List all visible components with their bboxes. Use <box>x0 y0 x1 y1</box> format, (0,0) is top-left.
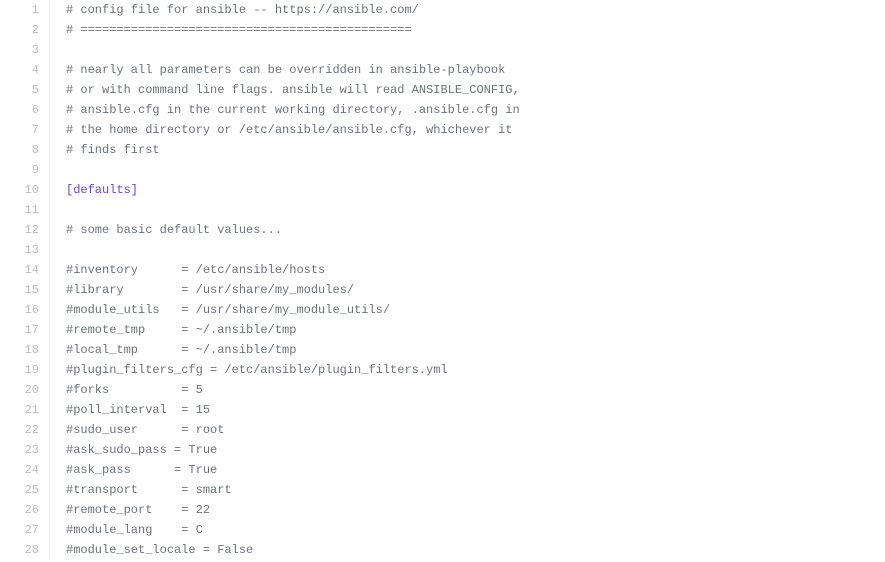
line-number: 8 <box>0 140 39 160</box>
line-number: 23 <box>0 440 39 460</box>
code-line: #module_lang = C <box>66 520 885 540</box>
code-line: #remote_tmp = ~/.ansible/tmp <box>66 320 885 340</box>
code-line: #transport = smart <box>66 480 885 500</box>
line-number: 11 <box>0 200 39 220</box>
code-line: #sudo_user = root <box>66 420 885 440</box>
line-number: 9 <box>0 160 39 180</box>
code-line: #ask_pass = True <box>66 460 885 480</box>
code-line <box>66 240 885 260</box>
line-number: 10 <box>0 180 39 200</box>
line-number: 28 <box>0 540 39 560</box>
code-line: #ask_sudo_pass = True <box>66 440 885 460</box>
code-line: #library = /usr/share/my_modules/ <box>66 280 885 300</box>
line-number: 19 <box>0 360 39 380</box>
code-line: # some basic default values... <box>66 220 885 240</box>
line-number: 14 <box>0 260 39 280</box>
line-number: 6 <box>0 100 39 120</box>
line-number: 13 <box>0 240 39 260</box>
code-line: #poll_interval = 15 <box>66 400 885 420</box>
line-number: 22 <box>0 420 39 440</box>
line-number: 12 <box>0 220 39 240</box>
code-line: # nearly all parameters can be overridde… <box>66 60 885 80</box>
code-line: # ansible.cfg in the current working dir… <box>66 100 885 120</box>
code-line: #plugin_filters_cfg = /etc/ansible/plugi… <box>66 360 885 380</box>
code-line: #remote_port = 22 <box>66 500 885 520</box>
line-number: 2 <box>0 20 39 40</box>
line-number: 21 <box>0 400 39 420</box>
code-line: # finds first <box>66 140 885 160</box>
code-line: #module_set_locale = False <box>66 540 885 560</box>
code-viewer: 1234567891011121314151617181920212223242… <box>0 0 885 560</box>
line-number: 18 <box>0 340 39 360</box>
line-number: 20 <box>0 380 39 400</box>
code-line <box>66 160 885 180</box>
line-number: 3 <box>0 40 39 60</box>
line-number: 26 <box>0 500 39 520</box>
code-content[interactable]: # config file for ansible -- https://ans… <box>50 0 885 560</box>
line-number: 27 <box>0 520 39 540</box>
code-line: # or with command line flags. ansible wi… <box>66 80 885 100</box>
code-line: # ======================================… <box>66 20 885 40</box>
line-number: 5 <box>0 80 39 100</box>
line-number: 17 <box>0 320 39 340</box>
line-number-gutter: 1234567891011121314151617181920212223242… <box>0 0 50 560</box>
line-number: 4 <box>0 60 39 80</box>
code-line: #forks = 5 <box>66 380 885 400</box>
code-line: #module_utils = /usr/share/my_module_uti… <box>66 300 885 320</box>
ini-section-header: [defaults] <box>66 183 138 197</box>
code-line: #local_tmp = ~/.ansible/tmp <box>66 340 885 360</box>
line-number: 25 <box>0 480 39 500</box>
code-line <box>66 200 885 220</box>
code-line: [defaults] <box>66 180 885 200</box>
code-line <box>66 40 885 60</box>
code-line: # config file for ansible -- https://ans… <box>66 0 885 20</box>
line-number: 24 <box>0 460 39 480</box>
line-number: 7 <box>0 120 39 140</box>
line-number: 16 <box>0 300 39 320</box>
code-line: # the home directory or /etc/ansible/ans… <box>66 120 885 140</box>
line-number: 15 <box>0 280 39 300</box>
line-number: 1 <box>0 0 39 20</box>
code-line: #inventory = /etc/ansible/hosts <box>66 260 885 280</box>
